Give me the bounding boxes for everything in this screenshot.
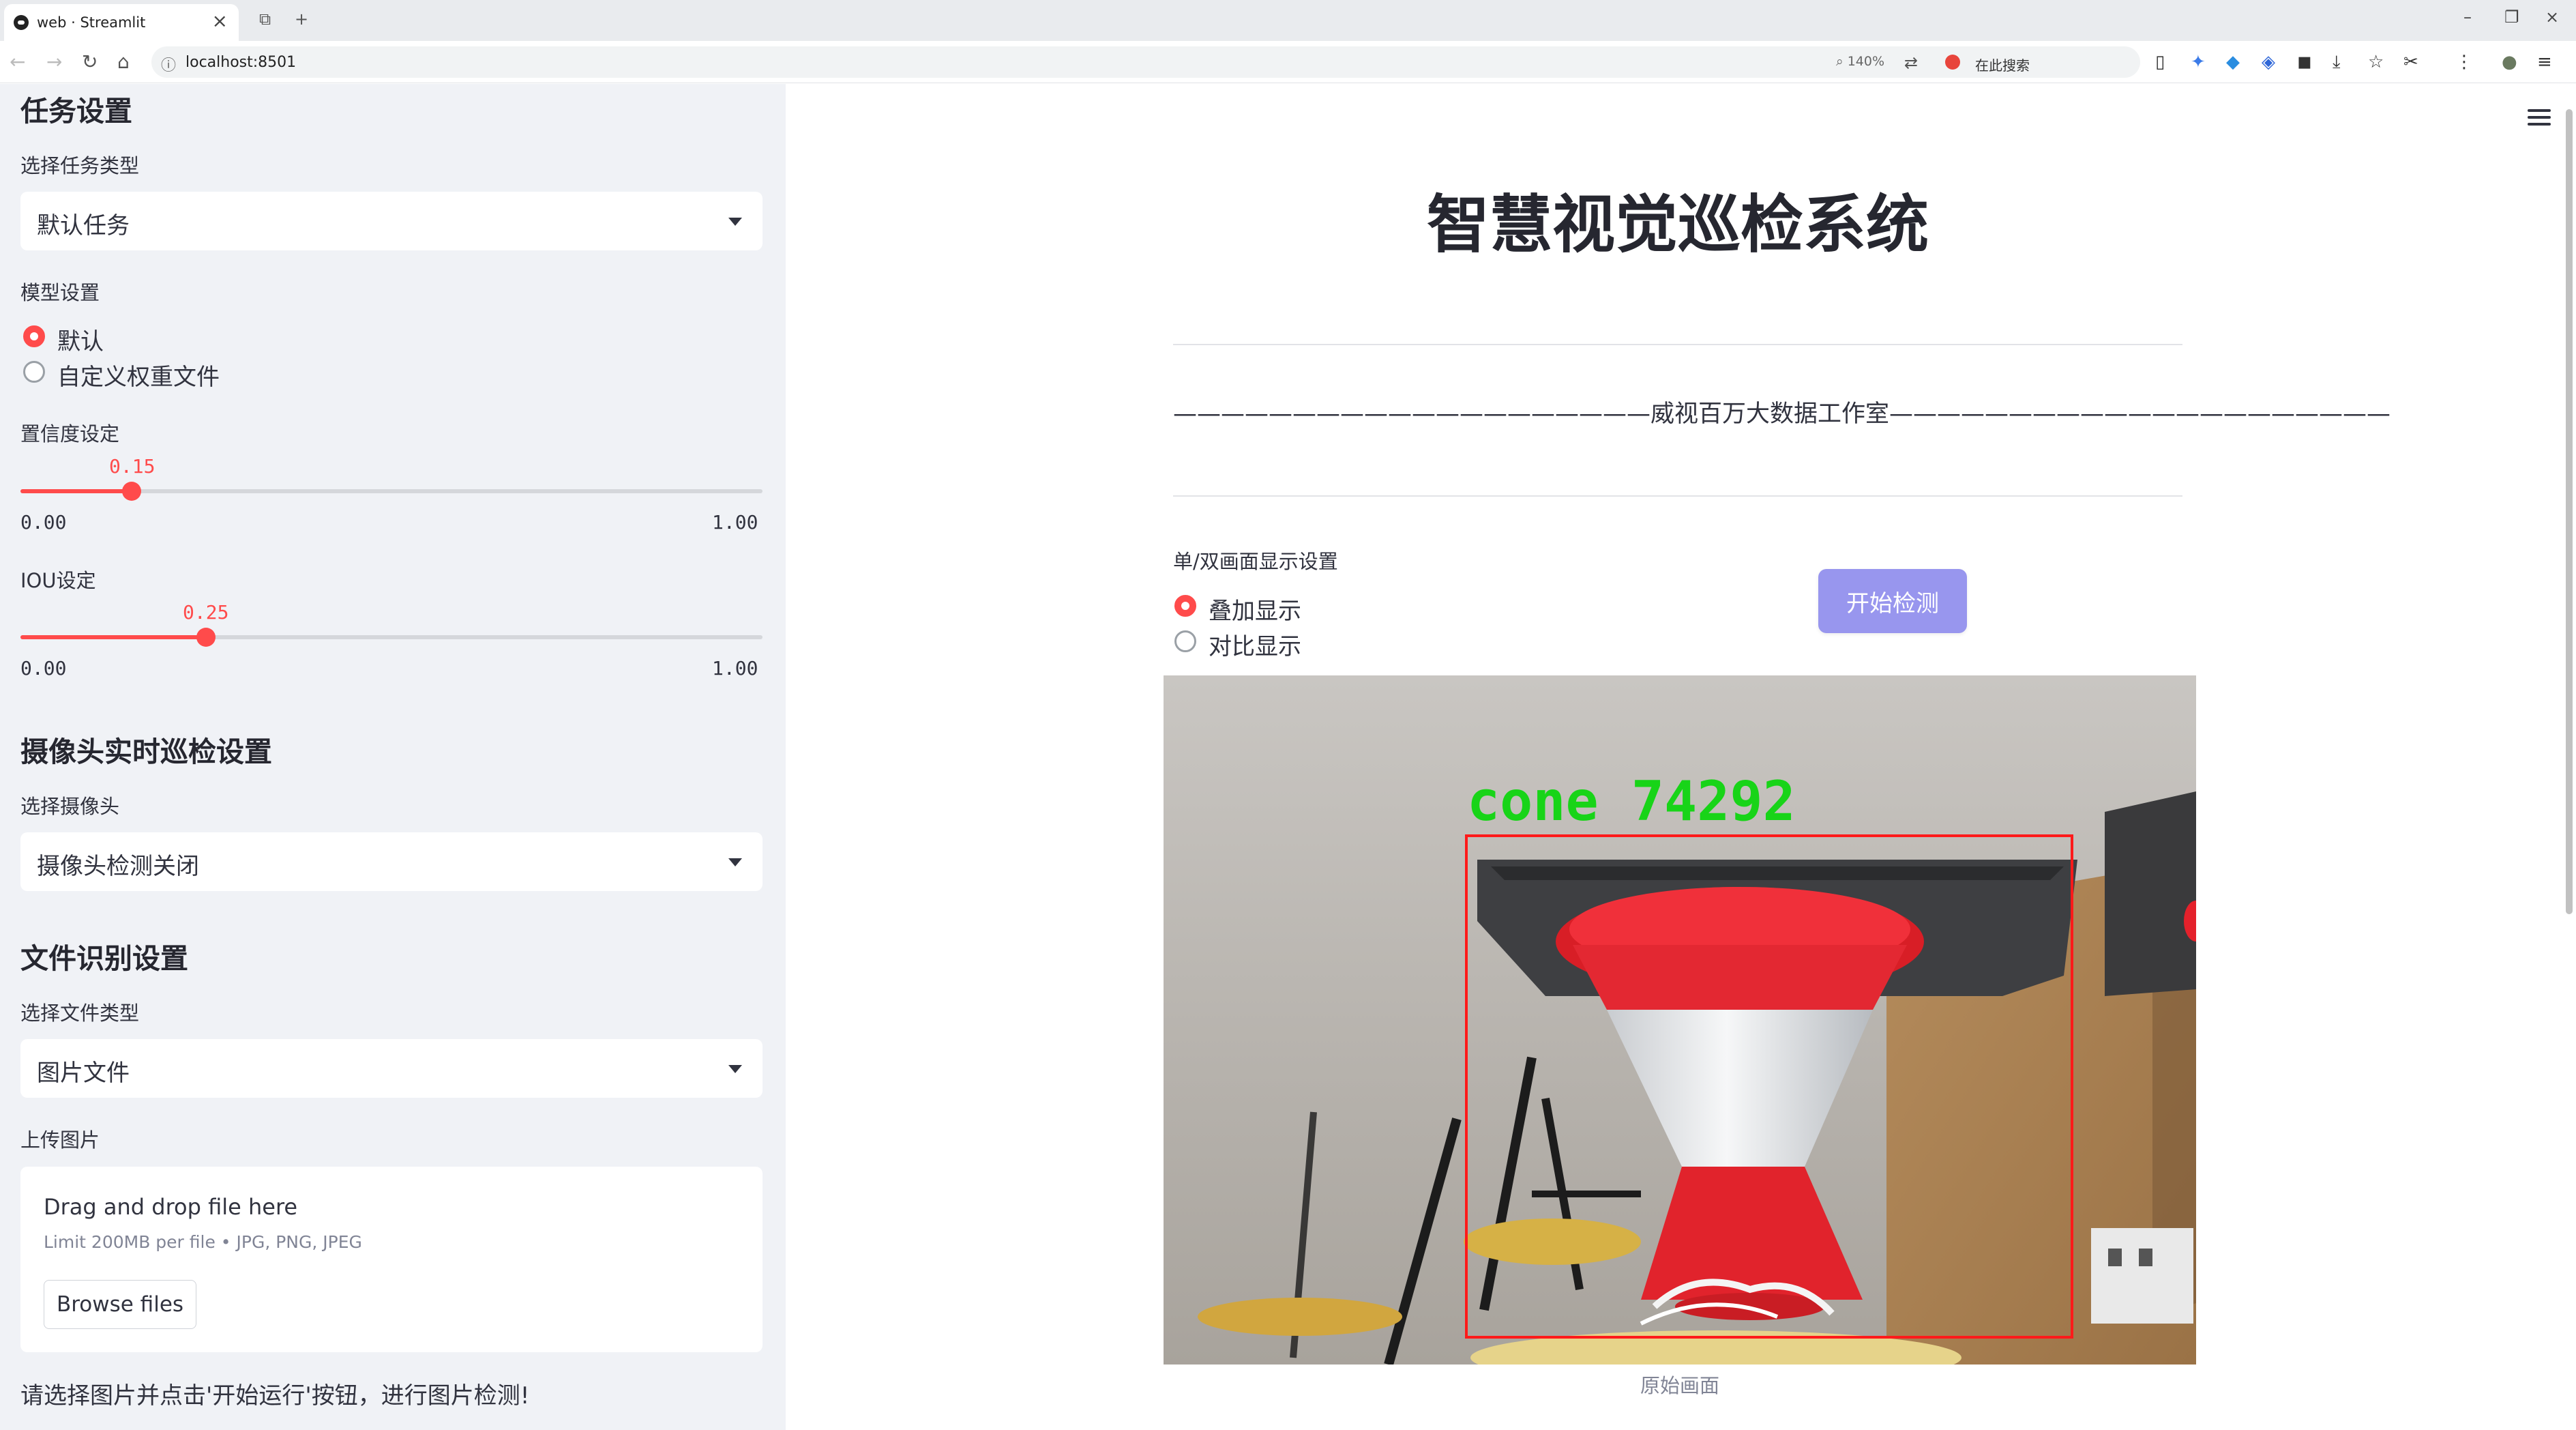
- tab-groups-icon[interactable]: ⧉: [259, 10, 271, 29]
- camera-select[interactable]: 摄像头检测关闭: [20, 832, 763, 891]
- chevron-down-icon: [728, 1065, 742, 1073]
- restore-icon[interactable]: ❐: [2504, 7, 2519, 27]
- browser-tab-bar: web · Streamlit × ⧉ + – ❐ ×: [0, 0, 2576, 41]
- translate-icon[interactable]: ⇄: [1904, 53, 1918, 72]
- main-scrollbar[interactable]: [2566, 109, 2573, 914]
- radio-selected-icon[interactable]: [1174, 595, 1196, 617]
- file-type-label: 选择文件类型: [20, 1002, 140, 1025]
- tab-close-icon[interactable]: ×: [212, 11, 228, 31]
- detection-scene: cone 74292: [1164, 675, 2196, 1365]
- detection-image: cone 74292: [1164, 675, 2196, 1365]
- browser-nav-bar: ← → ↻ ⌂ ⓘ localhost:8501 ⌕ 140% ⇄ ⚡ ▣ ➦ …: [0, 41, 2576, 83]
- camera-section-title: 摄像头实时巡检设置: [20, 735, 272, 768]
- confidence-max: 1.00: [712, 511, 758, 534]
- divider: [1173, 344, 2182, 345]
- forward-icon[interactable]: →: [46, 50, 62, 74]
- search-box[interactable]: 在此搜索: [1936, 46, 2140, 78]
- chevron-down-icon: [728, 858, 742, 866]
- url-text: localhost:8501: [186, 54, 297, 71]
- extension-icon[interactable]: ◈: [2262, 50, 2275, 74]
- search-placeholder: 在此搜索: [1975, 57, 2030, 74]
- file-uploader-dropzone[interactable]: Drag and drop file here Limit 200MB per …: [20, 1167, 763, 1352]
- page-title: 智慧视觉巡检系统: [1426, 188, 1929, 261]
- back-icon[interactable]: ←: [10, 50, 25, 74]
- upload-drag-text: Drag and drop file here: [44, 1194, 298, 1220]
- browser-tab-active[interactable]: web · Streamlit ×: [4, 4, 239, 41]
- home-icon[interactable]: ⌂: [117, 50, 130, 74]
- app-menu-icon[interactable]: [2528, 109, 2551, 126]
- task-type-value: 默认任务: [37, 212, 130, 239]
- tools-icon[interactable]: ✂: [2403, 50, 2418, 74]
- task-section-title: 任务设置: [20, 95, 132, 128]
- confidence-label: 置信度设定: [20, 422, 120, 446]
- address-bar[interactable]: ⓘ localhost:8501 ⌕ 140% ⇄ ⚡ ▣ ➦ ☆: [151, 46, 2116, 78]
- model-label: 模型设置: [20, 281, 100, 304]
- camera-label: 选择摄像头: [20, 795, 120, 818]
- detection-label: cone 74292: [1467, 770, 1796, 833]
- iou-slider-fill: [20, 635, 206, 639]
- model-option-label: 默认: [57, 328, 104, 355]
- extension-icon[interactable]: ◼: [2297, 50, 2312, 74]
- radio-selected-icon[interactable]: [23, 325, 45, 347]
- task-type-select[interactable]: 默认任务: [20, 192, 763, 250]
- file-type-select[interactable]: 图片文件: [20, 1039, 763, 1098]
- confidence-slider-fill: [20, 489, 132, 493]
- extension-icon[interactable]: ◆: [2226, 50, 2240, 74]
- iou-max: 1.00: [712, 657, 758, 680]
- window-close-icon[interactable]: ×: [2545, 7, 2559, 27]
- camera-value: 摄像头检测关闭: [37, 853, 199, 880]
- iou-min: 0.00: [20, 657, 67, 680]
- radio-unselected-icon[interactable]: [1174, 630, 1196, 652]
- download-icon[interactable]: ⤓: [2333, 50, 2341, 74]
- extension-icon[interactable]: ✦: [2191, 50, 2206, 74]
- tab-title: web · Streamlit: [37, 14, 146, 31]
- model-option-label: 自定义权重文件: [57, 364, 220, 391]
- divider: [1173, 495, 2182, 497]
- image-caption: 原始画面: [1640, 1374, 1719, 1397]
- chevron-down-icon: [728, 218, 742, 226]
- upload-hint: 请选择图片并点击'开始运行'按钮，进行图片检测!: [20, 1382, 530, 1410]
- browse-files-button[interactable]: Browse files: [44, 1280, 196, 1329]
- file-type-value: 图片文件: [37, 1060, 130, 1087]
- site-info-icon[interactable]: ⓘ: [161, 53, 176, 75]
- iou-slider[interactable]: [20, 628, 763, 647]
- display-option-label: 对比显示: [1209, 633, 1301, 660]
- phone-icon[interactable]: ▯: [2155, 50, 2165, 74]
- confidence-slider[interactable]: [20, 482, 763, 501]
- favorites-icon[interactable]: ☆: [2368, 50, 2384, 74]
- search-engine-icon: [1945, 55, 1960, 70]
- radio-unselected-icon[interactable]: [23, 361, 45, 383]
- browser-menu-icon[interactable]: ≡: [2537, 50, 2552, 74]
- upload-limit-text: Limit 200MB per file • JPG, PNG, JPEG: [44, 1232, 362, 1252]
- display-option-label: 叠加显示: [1209, 598, 1301, 625]
- reload-icon[interactable]: ↻: [82, 50, 98, 74]
- profile-avatar-icon[interactable]: ●: [2502, 50, 2517, 74]
- display-mode-label: 单/双画面显示设置: [1173, 550, 1338, 573]
- iou-label: IOU设定: [20, 569, 96, 592]
- upload-label: 上传图片: [20, 1128, 100, 1152]
- page-subtitle: ————————————————————威视百万大数据工作室——————————…: [1173, 400, 2391, 428]
- iou-value: 0.25: [183, 601, 229, 624]
- minimize-icon[interactable]: –: [2463, 7, 2472, 27]
- confidence-value: 0.15: [109, 455, 156, 478]
- zoom-indicator[interactable]: ⌕ 140%: [1836, 54, 1884, 69]
- start-detection-button[interactable]: 开始检测: [1818, 569, 1967, 633]
- streamlit-favicon-icon: [14, 15, 29, 30]
- confidence-min: 0.00: [20, 511, 67, 534]
- iou-slider-thumb[interactable]: [196, 628, 216, 647]
- zoom-level: 140%: [1847, 54, 1885, 69]
- file-section-title: 文件识别设置: [20, 942, 188, 975]
- more-menu-icon[interactable]: ⋮: [2455, 50, 2473, 74]
- task-type-label: 选择任务类型: [20, 154, 140, 177]
- confidence-slider-thumb[interactable]: [122, 482, 142, 501]
- new-tab-icon[interactable]: +: [295, 10, 308, 29]
